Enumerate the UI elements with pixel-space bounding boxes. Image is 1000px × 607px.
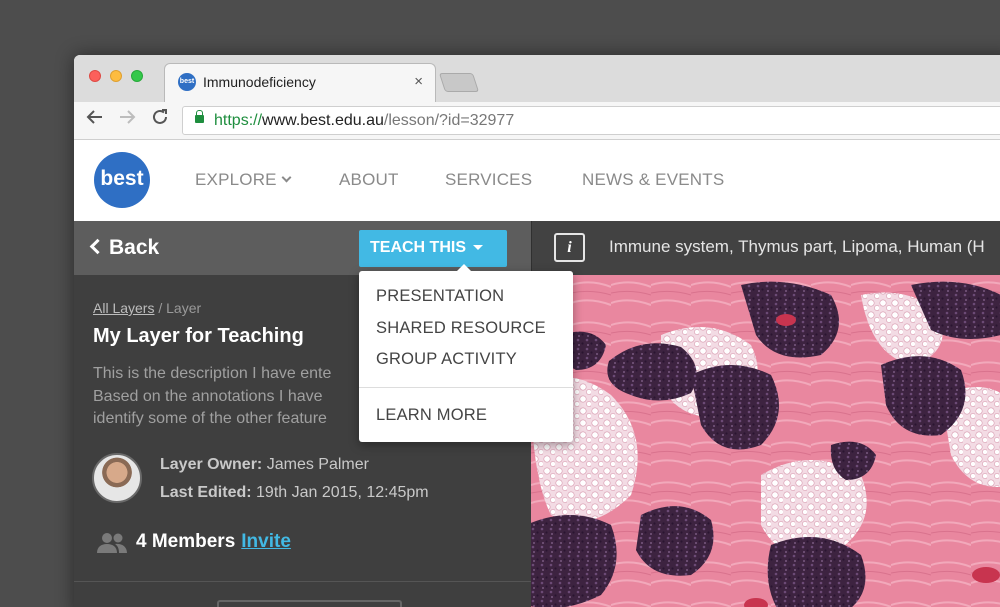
- edited-value: 19th Jan 2015, 12:45pm: [256, 484, 429, 501]
- caret-down-icon: [473, 245, 483, 250]
- breadcrumb: All Layers / Layer: [93, 300, 201, 316]
- close-window-button[interactable]: [89, 70, 101, 82]
- breadcrumb-current: Layer: [166, 300, 202, 316]
- members-row: 4 Members Invite: [136, 531, 291, 553]
- menu-item-group-activity[interactable]: GROUP ACTIVITY: [376, 350, 517, 369]
- back-label: Back: [109, 236, 160, 259]
- panel-action-button[interactable]: [217, 600, 402, 607]
- menu-divider: [359, 387, 573, 388]
- menu-item-shared-resource[interactable]: SHARED RESOURCE: [376, 319, 546, 338]
- url-scheme: https://: [214, 112, 263, 129]
- address-bar[interactable]: https://www.best.edu.au/lesson/?id=32977: [182, 106, 1000, 135]
- url-host: www.best.edu.au: [262, 112, 384, 129]
- teach-this-label: TEACH THIS: [370, 239, 466, 256]
- zoom-window-button[interactable]: [131, 70, 143, 82]
- info-icon[interactable]: i: [554, 233, 585, 262]
- url-text[interactable]: https://www.best.edu.au/lesson/?id=32977: [214, 112, 514, 130]
- layer-title: My Layer for Teaching: [93, 325, 304, 347]
- teach-this-menu: PRESENTATION SHARED RESOURCE GROUP ACTIV…: [359, 264, 573, 442]
- browser-toolbar: https://www.best.edu.au/lesson/?id=32977: [74, 102, 1000, 140]
- members-icon: [97, 533, 127, 553]
- members-count: 4 Members: [136, 531, 236, 552]
- reload-icon[interactable]: [151, 108, 169, 126]
- edited-label: Last Edited:: [160, 484, 252, 501]
- new-tab-button[interactable]: [438, 73, 480, 92]
- nav-about[interactable]: ABOUT: [339, 170, 399, 190]
- favicon-icon: best: [178, 73, 196, 91]
- description-line: Based on the annotations I have: [93, 387, 323, 405]
- back-button[interactable]: Back: [89, 236, 160, 260]
- description-line: identify some of the other feature: [93, 410, 327, 427]
- tab-strip: best Immunodeficiency ×: [74, 55, 1000, 102]
- tab-title: Immunodeficiency: [203, 74, 316, 90]
- layer-owner: Layer Owner: James Palmer: [160, 456, 369, 474]
- breadcrumb-separator: /: [154, 300, 167, 316]
- site-logo[interactable]: best: [94, 152, 150, 208]
- nav-services[interactable]: SERVICES: [445, 170, 532, 190]
- owner-label: Layer Owner:: [160, 456, 263, 473]
- browser-tab[interactable]: best Immunodeficiency ×: [164, 63, 436, 102]
- chevron-down-icon: [281, 172, 292, 183]
- tab-close-icon[interactable]: ×: [414, 73, 423, 90]
- browser-window: best Immunodeficiency × https://www.best…: [74, 55, 1000, 607]
- last-edited: Last Edited: 19th Jan 2015, 12:45pm: [160, 484, 429, 502]
- forward-arrow-icon[interactable]: [118, 108, 136, 126]
- viewer-header: i Immune system, Thymus part, Lipoma, Hu…: [531, 221, 1000, 275]
- site-header: best EXPLORE ABOUT SERVICES NEWS & EVENT…: [74, 140, 1000, 221]
- slide-image[interactable]: [531, 275, 1000, 607]
- nav-explore-label: EXPLORE: [195, 170, 277, 189]
- divider: [74, 581, 531, 582]
- nav-news-events[interactable]: NEWS & EVENTS: [582, 170, 724, 190]
- lock-icon: [195, 110, 204, 123]
- url-path: /lesson/?id=32977: [383, 112, 515, 129]
- nav-explore[interactable]: EXPLORE: [195, 170, 292, 190]
- menu-item-learn-more[interactable]: LEARN MORE: [376, 406, 487, 425]
- invite-link[interactable]: Invite: [241, 531, 291, 552]
- minimize-window-button[interactable]: [110, 70, 122, 82]
- description-line: This is the description I have ente: [93, 365, 332, 382]
- menu-item-presentation[interactable]: PRESENTATION: [376, 287, 504, 306]
- tissue-image: [531, 275, 1000, 607]
- teach-this-button[interactable]: TEACH THIS: [359, 230, 507, 267]
- slide-title: Immune system, Thymus part, Lipoma, Huma…: [609, 237, 985, 256]
- layer-description: This is the description I have ente Base…: [93, 363, 365, 431]
- owner-name: James Palmer: [266, 456, 369, 473]
- breadcrumb-all-layers[interactable]: All Layers: [93, 300, 154, 316]
- chevron-left-icon: [89, 238, 106, 255]
- owner-avatar: [92, 453, 142, 503]
- back-arrow-icon[interactable]: [86, 108, 104, 126]
